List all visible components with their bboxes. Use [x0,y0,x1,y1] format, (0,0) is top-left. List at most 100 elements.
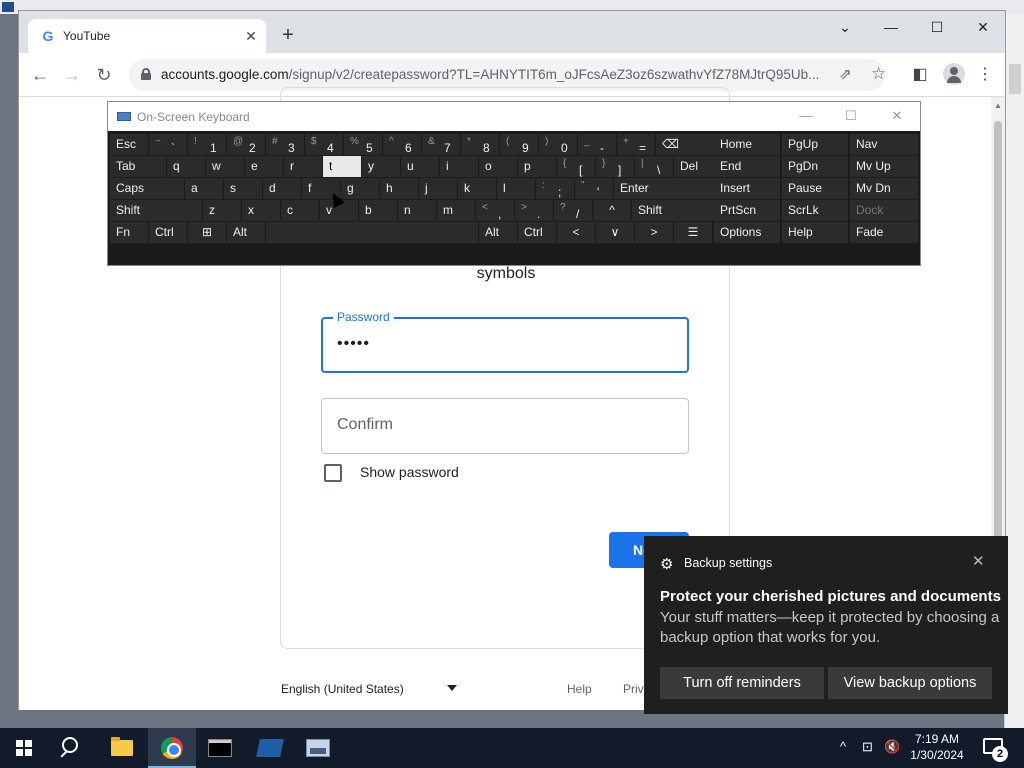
osk-key-s[interactable]: s [224,178,262,199]
osk-key-i[interactable]: i [440,156,478,177]
osk-key-pgdn[interactable]: PgDn [782,156,848,177]
forward-button[interactable]: → [60,63,84,87]
osk-key-q[interactable]: q [167,156,205,177]
side-panel-icon[interactable]: ◧ [908,64,932,86]
osk-key-u45[interactable]: _ - [578,134,616,155]
osk-key-ctrl[interactable]: Ctrl [518,222,556,243]
osk-key-u60[interactable]: < [557,222,595,243]
osk-key-7[interactable]: & 7 [422,134,460,155]
taskbar-search-button[interactable] [48,728,96,768]
osk-key-e[interactable]: e [245,156,283,177]
url-text[interactable]: accounts.google.com/signup/v2/createpass… [161,67,825,82]
taskbar-chrome[interactable] [148,728,196,768]
osk-key-t[interactable]: t [323,156,361,177]
turn-off-reminders-button[interactable]: Turn off reminders [660,667,824,699]
maximize-button[interactable]: ☐ [917,15,957,39]
osk-key-enter[interactable]: Enter [614,178,714,199]
osk-key-4[interactable]: $4 [305,134,343,155]
osk-key-l[interactable]: l [497,178,535,199]
osk-key-r[interactable]: r [284,156,322,177]
osk-key-6[interactable]: ^ 6 [383,134,421,155]
osk-key-u91[interactable]: {[ [557,156,595,177]
osk-key-scrlk[interactable]: ScrLk [782,200,848,221]
osk-key-a[interactable]: a [185,178,223,199]
osk-key-shift[interactable]: Shift [110,200,202,221]
osk-key-k[interactable]: k [458,178,496,199]
clock-date[interactable]: 1/30/2024 [906,748,968,762]
osk-key-u61[interactable]: + = [617,134,655,155]
osk-key-y[interactable]: y [362,156,400,177]
taskbar-powershell[interactable] [246,728,294,768]
osk-key-0[interactable]: ) 0 [539,134,577,155]
notification-close-icon[interactable]: ✕ [972,552,985,570]
osk-key-8[interactable]: * 8 [461,134,499,155]
osk-key-u92[interactable]: | \ [635,156,673,177]
osk-key-u[interactable]: u [401,156,439,177]
tab-close-icon[interactable]: ✕ [242,27,260,45]
osk-key-c[interactable]: c [281,200,319,221]
osk-maximize-button[interactable]: ☐ [836,106,866,126]
taskbar-file-explorer[interactable] [98,728,146,768]
osk-key-g[interactable]: g [341,178,379,199]
osk-key-p[interactable]: p [518,156,556,177]
osk-key-insert[interactable]: Insert [714,178,780,199]
osk-key-dock[interactable]: Dock [850,200,918,221]
footer-help-link[interactable]: Help [567,682,592,696]
osk-key-u96[interactable]: ~ ` [149,134,187,155]
osk-key-1[interactable]: ! 1 [188,134,226,155]
start-button[interactable] [0,728,48,768]
volume-muted-icon[interactable]: 🔇 [884,739,900,755]
osk-key-n[interactable]: n [398,200,436,221]
osk-key-u47[interactable]: ? / [554,200,592,221]
osk-key-shift[interactable]: Shift [632,200,714,221]
taskbar-on-screen-keyboard[interactable] [294,728,342,768]
osk-key-9[interactable]: (9 [500,134,538,155]
osk-key-u94[interactable]: ^ [593,200,631,221]
osk-key-x[interactable]: x [242,200,280,221]
osk-key-home[interactable]: Home [714,134,780,155]
show-password-checkbox[interactable] [324,464,342,482]
osk-key-o[interactable]: o [479,156,517,177]
osk-key-mv-dn[interactable]: Mv Dn [850,178,918,199]
osk-key-del[interactable]: Del [674,156,714,177]
osk-key-pause[interactable]: Pause [782,178,848,199]
network-icon[interactable]: ⊡ [862,739,873,755]
osk-key-u39[interactable]: " ' [575,178,613,199]
osk-key-w[interactable]: w [206,156,244,177]
osk-key-esc[interactable]: Esc [110,134,148,155]
tab-search-button[interactable]: ⌄ [825,15,865,39]
tab-youtube[interactable]: G YouTube ✕ [28,19,266,53]
osk-key-u9776[interactable]: ☰ [674,222,712,243]
osk-key-prtscn[interactable]: PrtScn [714,200,780,221]
osk-key-alt[interactable]: Alt [227,222,265,243]
osk-key-u44[interactable]: <, [476,200,514,221]
osk-key-u46[interactable]: >. [515,200,553,221]
osk-minimize-button[interactable]: — [791,106,821,126]
osk-key-j[interactable]: j [419,178,457,199]
osk-key-h[interactable]: h [380,178,418,199]
osk-key-u62[interactable]: > [635,222,673,243]
osk-key-3[interactable]: #3 [266,134,304,155]
osk-key-u59[interactable]: :; [536,178,574,199]
close-window-button[interactable]: ✕ [963,15,1003,39]
osk-key-u8862[interactable]: ⊞ [188,222,226,243]
show-password-label[interactable]: Show password [360,464,459,480]
minimize-button[interactable]: — [871,15,911,39]
osk-key-5[interactable]: % 5 [344,134,382,155]
bookmark-star-icon[interactable]: ☆ [871,64,886,84]
osk-close-button[interactable]: ✕ [882,106,912,126]
back-button[interactable]: ← [28,63,52,87]
osk-key-mv-up[interactable]: Mv Up [850,156,918,177]
osk-key-d[interactable]: d [263,178,301,199]
osk-key-tab[interactable]: Tab [110,156,166,177]
osk-key-u9003[interactable]: ⌫ [656,134,714,155]
osk-key-space[interactable] [266,222,478,243]
osk-titlebar[interactable]: On-Screen Keyboard — ☐ ✕ [108,102,920,131]
osk-key-u93[interactable]: }] [596,156,634,177]
clock-time[interactable]: 7:19 AM [906,732,968,746]
language-selector[interactable]: English (United States) [281,682,404,696]
osk-key-2[interactable]: @2 [227,134,265,155]
taskbar-command-prompt[interactable] [196,728,244,768]
osk-key-caps[interactable]: Caps [110,178,184,199]
osk-key-m[interactable]: m [437,200,475,221]
